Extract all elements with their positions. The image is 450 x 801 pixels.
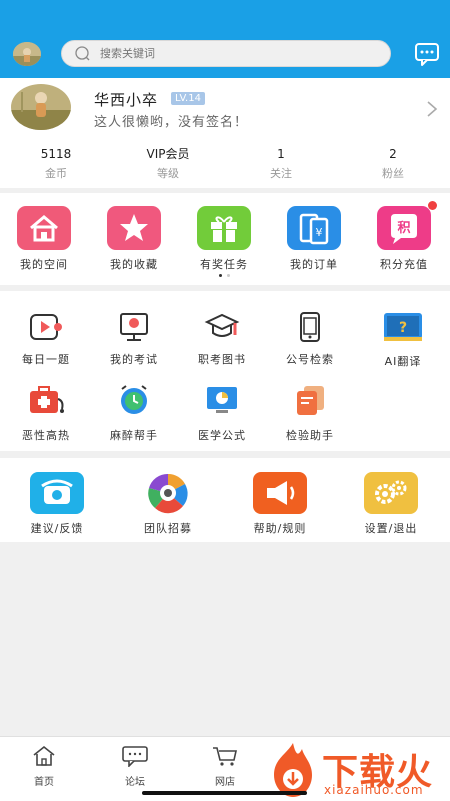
points-icon: 积 [377,206,431,250]
user-avatar-small[interactable] [13,42,41,66]
search-bar[interactable] [61,40,391,67]
level-badge: LV.14 [171,92,205,105]
watermark-url: xiazaihuo.com [324,783,424,797]
tool-daily-question[interactable]: 每日一题 [11,311,81,371]
tab-home[interactable]: 首页 [24,745,64,788]
stat-coins[interactable]: 5118 金币 [6,146,106,181]
order-icon: ¥ [287,206,341,250]
svg-text:¥: ¥ [316,226,323,239]
chart-monitor-icon [207,387,237,413]
user-signature: 这人很懒哟，没有签名！ [94,115,249,130]
more-section: 建议/反馈 团队招募 帮助/规则 设置/退出 [0,458,450,542]
phone-icon [300,312,320,342]
play-icon [30,314,62,340]
svg-text:积: 积 [397,220,410,236]
star-icon [107,206,161,250]
medical-kit-icon [30,386,64,413]
message-icon[interactable] [414,42,440,66]
svg-text:?: ? [399,320,407,336]
tool-my-exam[interactable]: 我的考试 [99,311,169,371]
cart-icon [213,747,237,766]
tab-forum[interactable]: 论坛 [115,745,155,788]
megaphone-icon [253,472,307,514]
tools-section: 每日一题 我的考试 职考图书 公号检索 ? AI翻译 恶性高热 麻醉帮手 医学公… [0,291,450,451]
menu-reward-tasks[interactable]: 有奖任务 [191,206,257,276]
lab-cards-icon [297,386,324,415]
chevron-right-icon[interactable] [426,100,438,118]
gift-icon [197,206,251,250]
graduation-cap-icon [204,313,240,337]
search-input[interactable] [100,43,370,64]
translate-book-icon: ? [384,313,422,341]
tool-ai-translate[interactable]: ? AI翻译 [363,311,443,371]
tab-shop[interactable]: 网店 [205,745,245,788]
menu-my-space[interactable]: 我的空间 [11,206,77,276]
notification-badge [428,201,437,210]
stat-level[interactable]: VIP会员 等级 [118,146,218,181]
menu-points-recharge[interactable]: 积 积分充值 [371,201,437,276]
tool-official-search[interactable]: 公号检索 [275,311,345,371]
menu-my-favorites[interactable]: 我的收藏 [101,206,167,276]
menu-my-orders[interactable]: ¥ 我的订单 [281,206,347,276]
stat-following[interactable]: 1 关注 [231,146,331,181]
tool-medical-formula[interactable]: 医学公式 [187,385,257,445]
more-settings-logout[interactable]: 设置/退出 [356,472,426,536]
top-bar [0,0,450,78]
page-indicator [217,274,233,278]
tool-lab-assistant[interactable]: 检验助手 [275,385,345,445]
chat-icon [122,746,148,768]
home-icon [17,206,71,250]
avatar[interactable] [11,84,71,130]
more-team-recruit[interactable]: 团队招募 [133,472,203,536]
exam-icon [120,313,148,341]
quick-menu-section: 我的空间 我的收藏 有奖任务 ¥ 我的订单 积 积分充值 [0,193,450,285]
more-feedback[interactable]: 建议/反馈 [22,472,92,536]
profile-stats: 5118 金币 VIP会员 等级 1 关注 2 粉丝 [0,146,450,186]
team-icon [148,473,188,514]
telephone-icon [30,472,84,514]
home-indicator[interactable] [142,791,307,795]
more-help-rules[interactable]: 帮助/规则 [245,472,315,536]
user-name: 华西小卒 [94,91,159,109]
stat-followers[interactable]: 2 粉丝 [343,146,443,181]
tool-anesthesia-helper[interactable]: 麻醉帮手 [99,385,169,445]
gears-icon [364,472,418,514]
alarm-clock-icon [121,385,147,414]
tool-malignant-hyperthermia[interactable]: 恶性高热 [11,385,81,445]
search-icon [75,46,90,61]
tool-exam-books[interactable]: 职考图书 [187,311,257,371]
home-outline-icon [33,745,55,766]
